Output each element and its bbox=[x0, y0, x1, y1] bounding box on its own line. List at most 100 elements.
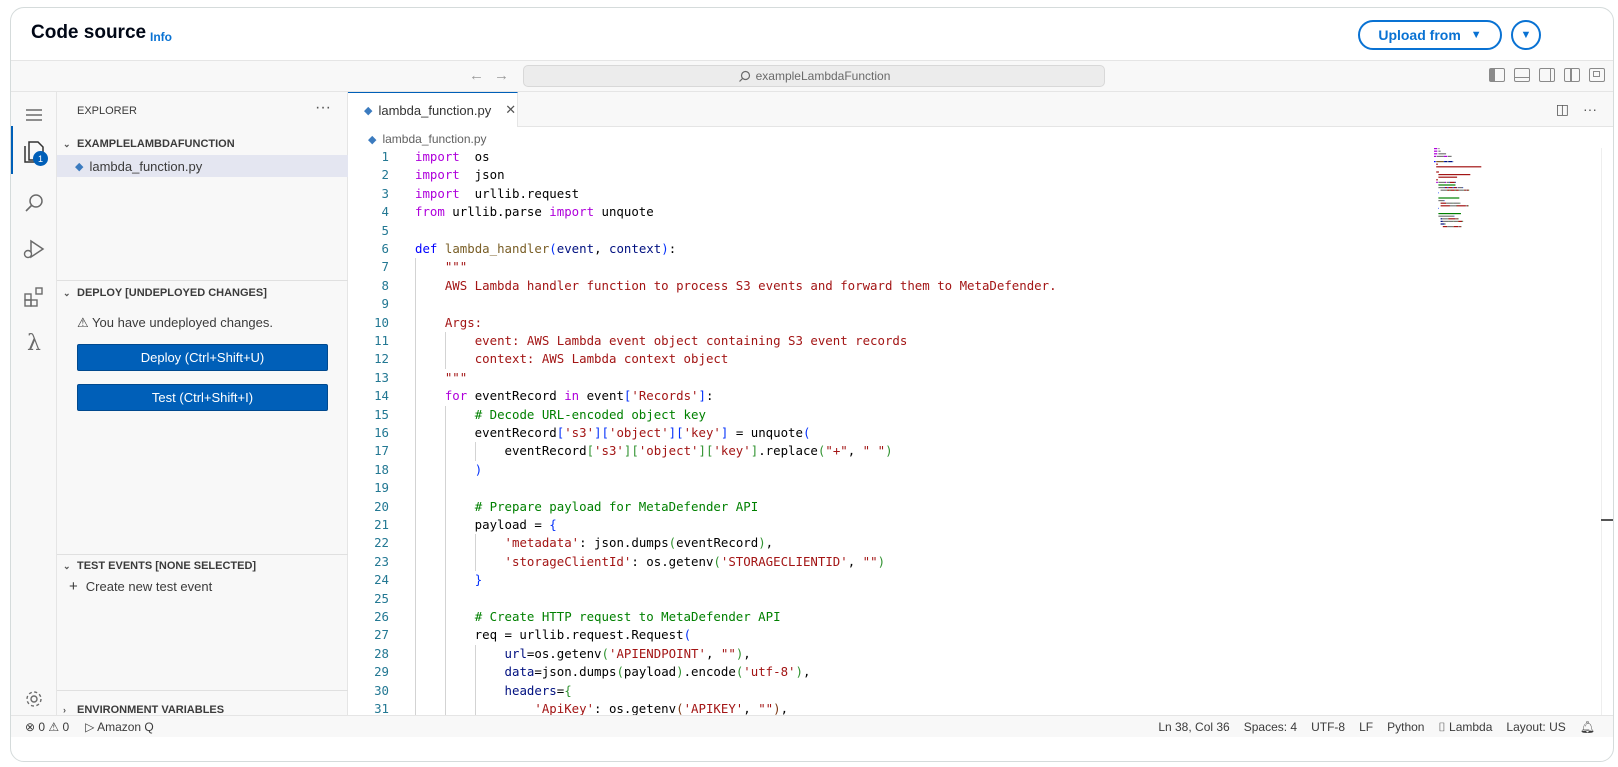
code-line[interactable]: 25 bbox=[348, 590, 1448, 608]
line-number: 22 bbox=[374, 535, 389, 551]
create-test-event-link[interactable]: + Create new test event bbox=[69, 578, 212, 595]
line-source: url=os.getenv('APIENDPOINT', ""), bbox=[504, 645, 751, 661]
code-line[interactable]: 4 from urllib.parse import unquote bbox=[348, 203, 1448, 221]
code-line[interactable]: 11 event: AWS Lambda event object contai… bbox=[348, 332, 1448, 350]
vertical-scrollbar[interactable] bbox=[1601, 148, 1613, 715]
deploy-button[interactable]: Deploy (Ctrl+Shift+U) bbox=[77, 344, 328, 371]
close-icon[interactable]: ✕ bbox=[505, 102, 516, 118]
problems-indicator[interactable]: ⊗ 0 ⚠ 0 bbox=[25, 720, 69, 734]
code-line[interactable]: 7 """ bbox=[348, 258, 1448, 276]
run-debug-icon[interactable] bbox=[19, 234, 49, 264]
code-line[interactable]: 22 'metadata': json.dumps(eventRecord), bbox=[348, 534, 1448, 552]
line-source: payload = { bbox=[415, 517, 557, 532]
minimap-token bbox=[1438, 150, 1441, 152]
python-file-icon: ◆ bbox=[75, 160, 84, 173]
extensions-icon[interactable] bbox=[19, 282, 49, 312]
test-events-section-header[interactable]: ⌄ TEST EVENTS [NONE SELECTED] bbox=[57, 555, 348, 577]
settings-gear-icon[interactable] bbox=[19, 684, 49, 714]
code-line[interactable]: 18 ) bbox=[348, 461, 1448, 479]
more-actions-icon[interactable]: ··· bbox=[1583, 101, 1597, 118]
code-text-area[interactable]: 1 import os 2 import json 3 import urllib.req… bbox=[348, 148, 1448, 715]
python-file-icon: ◆ bbox=[364, 104, 373, 117]
line-source: 'metadata': json.dumps(eventRecord), bbox=[504, 535, 774, 551]
keyboard-layout[interactable]: Layout: US bbox=[1506, 720, 1565, 735]
info-link[interactable]: Info bbox=[150, 30, 172, 44]
language-mode[interactable]: Python bbox=[1387, 720, 1424, 735]
code-line[interactable]: 6 def lambda_handler(event, context): bbox=[348, 240, 1448, 258]
command-center-search[interactable]: exampleLambdaFunction bbox=[523, 65, 1105, 87]
end-of-line[interactable]: LF bbox=[1359, 720, 1373, 735]
code-line[interactable]: 13 """ bbox=[348, 369, 1448, 387]
tab-lambda-function[interactable]: ◆ lambda_function.py ✕ bbox=[348, 92, 518, 127]
maximize-icon[interactable] bbox=[1589, 68, 1605, 82]
customize-layout-icon[interactable] bbox=[1564, 68, 1580, 82]
code-line[interactable]: 31 'ApiKey': os.getenv('APIKEY', ""), bbox=[348, 700, 1448, 715]
code-line[interactable]: 30 headers={ bbox=[348, 682, 1448, 700]
code-line[interactable]: 8 AWS Lambda handler function to process… bbox=[348, 277, 1448, 295]
deploy-header-label: DEPLOY [UNDEPLOYED CHANGES] bbox=[77, 287, 267, 299]
more-actions-icon[interactable]: ··· bbox=[315, 99, 331, 117]
line-number: 30 bbox=[374, 682, 389, 698]
upload-from-label: Upload from bbox=[1378, 27, 1461, 43]
test-button[interactable]: Test (Ctrl+Shift+I) bbox=[77, 384, 328, 411]
code-line[interactable]: 12 context: AWS Lambda context object bbox=[348, 350, 1448, 368]
create-test-event-label: Create new test event bbox=[85, 579, 213, 594]
hamburger-menu-icon[interactable] bbox=[19, 100, 49, 130]
code-line[interactable]: 29 data=json.dumps(payload).encode('utf-… bbox=[348, 663, 1448, 681]
code-line[interactable]: 16 eventRecord['s3']['object']['key'] = … bbox=[348, 424, 1448, 442]
bell-icon[interactable]: 🔔︎ bbox=[1580, 720, 1595, 735]
line-source: # Prepare payload for MetaDefender API bbox=[474, 498, 759, 514]
forward-arrow-icon[interactable]: → bbox=[494, 67, 509, 84]
lambda-status-item[interactable]: ⌷ Lambda bbox=[1438, 720, 1492, 735]
minimap-token bbox=[1455, 218, 1457, 220]
cursor-position[interactable]: Ln 38, Col 36 bbox=[1158, 720, 1229, 735]
code-line[interactable]: 5 bbox=[348, 222, 1448, 240]
line-number: 8 bbox=[381, 277, 389, 293]
toggle-panel-icon[interactable] bbox=[1514, 68, 1530, 82]
code-line[interactable]: 27 req = urllib.request.Request( bbox=[348, 626, 1448, 644]
search-icon[interactable] bbox=[19, 188, 49, 218]
back-arrow-icon[interactable]: ← bbox=[469, 67, 484, 84]
minimap-token bbox=[1438, 197, 1460, 199]
code-line[interactable]: 10 Args: bbox=[348, 314, 1448, 332]
minimap-token bbox=[1460, 226, 1462, 228]
code-line[interactable]: 20 # Prepare payload for MetaDefender AP… bbox=[348, 498, 1448, 516]
encoding[interactable]: UTF-8 bbox=[1311, 720, 1345, 735]
code-line[interactable]: 24 } bbox=[348, 571, 1448, 589]
code-line[interactable]: 21 payload = { bbox=[348, 516, 1448, 534]
code-line[interactable]: 14 for eventRecord in event['Records']: bbox=[348, 387, 1448, 405]
line-source: from urllib.parse import unquote bbox=[415, 204, 654, 220]
line-number: 31 bbox=[374, 701, 389, 715]
file-item-lambda-function[interactable]: ◆ lambda_function.py bbox=[57, 155, 348, 177]
minimap[interactable] bbox=[1434, 148, 1534, 238]
amazon-q-item[interactable]: ▷ Amazon Q bbox=[85, 720, 154, 734]
breadcrumb[interactable]: ◆ lambda_function.py bbox=[368, 132, 487, 146]
code-line[interactable]: 9 bbox=[348, 295, 1448, 313]
minimap-token bbox=[1445, 187, 1448, 189]
code-line[interactable]: 28 url=os.getenv('APIENDPOINT', ""), bbox=[348, 645, 1448, 663]
minimap-token bbox=[1445, 181, 1447, 183]
toggle-secondary-sidebar-icon[interactable] bbox=[1539, 68, 1555, 82]
more-options-button[interactable]: ▼ bbox=[1511, 20, 1541, 50]
code-line[interactable]: 17 eventRecord['s3']['object']['key'].re… bbox=[348, 442, 1448, 460]
minimap-token bbox=[1438, 213, 1461, 215]
folder-section-header[interactable]: ⌄ EXAMPLELAMBDAFUNCTION bbox=[57, 133, 348, 155]
deploy-section-header[interactable]: ⌄ DEPLOY [UNDEPLOYED CHANGES] bbox=[57, 282, 348, 304]
toggle-primary-sidebar-icon[interactable] bbox=[1489, 68, 1505, 82]
upload-from-button[interactable]: Upload from ▼ bbox=[1358, 20, 1502, 50]
minimap-token bbox=[1449, 189, 1451, 191]
split-editor-icon[interactable]: ◫ bbox=[1556, 101, 1569, 118]
code-line[interactable]: 15 # Decode URL-encoded object key bbox=[348, 406, 1448, 424]
minimap-token bbox=[1436, 155, 1444, 157]
lambda-icon[interactable]: λ bbox=[19, 328, 49, 358]
search-icon bbox=[738, 70, 750, 82]
code-line[interactable]: 26 # Create HTTP request to MetaDefender… bbox=[348, 608, 1448, 626]
code-line[interactable]: 1 import os bbox=[348, 148, 1448, 166]
code-line[interactable]: 2 import json bbox=[348, 166, 1448, 184]
code-line[interactable]: 23 'storageClientId': os.getenv('STORAGE… bbox=[348, 553, 1448, 571]
code-line[interactable]: 3 import urllib.request bbox=[348, 185, 1448, 203]
minimap-token bbox=[1447, 187, 1449, 189]
minimap-token bbox=[1449, 205, 1456, 207]
indentation[interactable]: Spaces: 4 bbox=[1244, 720, 1297, 735]
code-line[interactable]: 19 bbox=[348, 479, 1448, 497]
